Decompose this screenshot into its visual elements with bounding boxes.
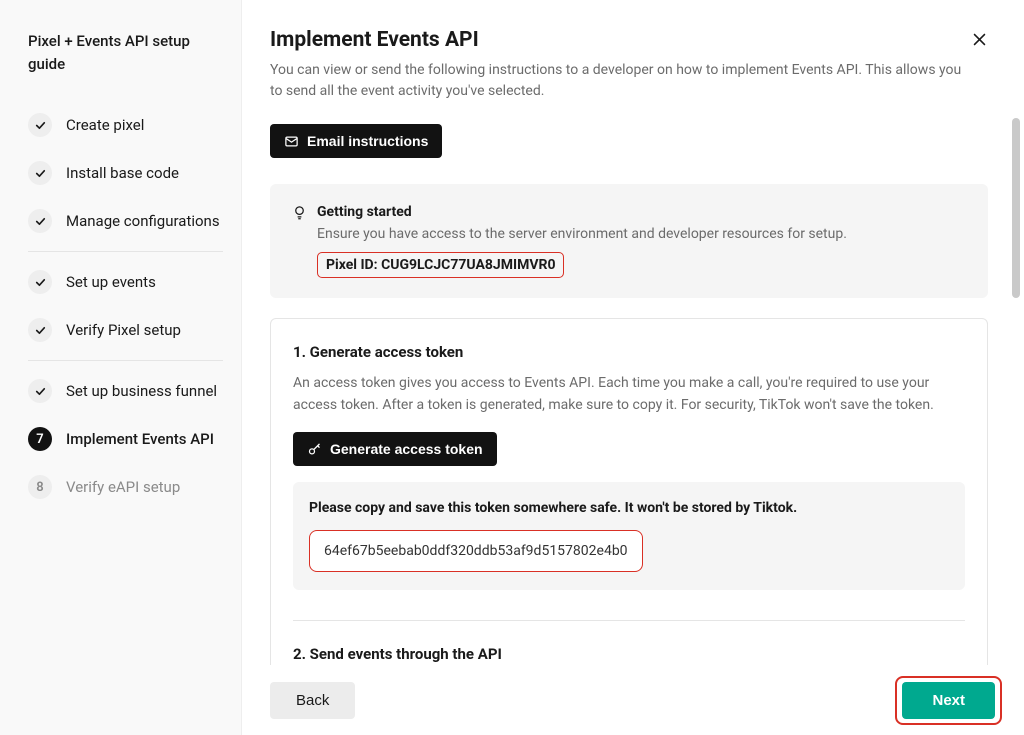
main-scroll[interactable]: Implement Events API You can view or sen… [242,0,1024,665]
app-window: Pixel + Events API setup guide Create pi… [0,0,1024,735]
section2-title: 2. Send events through the API [293,645,965,663]
close-icon [971,31,988,48]
step-number-badge: 8 [28,475,52,499]
step-label: Verify Pixel setup [66,321,181,339]
next-button[interactable]: Next [902,682,995,719]
next-highlight: Next [895,676,1002,725]
sidebar-step-1[interactable]: Create pixel [28,101,223,149]
sidebar-step-7[interactable]: 7 Implement Events API [28,415,223,463]
pixel-id-highlight: Pixel ID: CUG9LCJC77UA8JMIMVR0 [317,252,564,278]
sidebar-step-3[interactable]: Manage configurations [28,197,223,245]
sidebar-step-2[interactable]: Install base code [28,149,223,197]
page-title: Implement Events API [270,28,988,52]
pixel-id-label: Pixel ID: [326,257,381,273]
step-number: 7 [36,432,43,447]
step-label: Create pixel [66,116,144,134]
step-label: Manage configurations [66,212,220,230]
email-button-label: Email instructions [307,133,428,149]
generate-token-label: Generate access token [330,441,483,457]
sidebar-step-6[interactable]: Set up business funnel [28,367,223,415]
check-icon [28,318,52,342]
section1-text: An access token gives you access to Even… [293,373,965,416]
scrollbar-thumb[interactable] [1012,118,1020,298]
pixel-id-value: CUG9LCJC77UA8JMIMVR0 [381,257,555,273]
sidebar-divider [28,360,223,361]
step-label: Set up business funnel [66,382,217,400]
step-number-badge: 7 [28,427,52,451]
section-divider [293,620,965,621]
getting-started-text: Ensure you have access to the server env… [317,226,966,242]
instructions-card: 1. Generate access token An access token… [270,318,988,665]
getting-started-card: Getting started Ensure you have access t… [270,184,988,298]
sidebar-step-4[interactable]: Set up events [28,258,223,306]
sidebar-step-5[interactable]: Verify Pixel setup [28,306,223,354]
section1-title: 1. Generate access token [293,343,965,361]
check-icon [28,113,52,137]
token-card: Please copy and save this token somewher… [293,482,965,590]
page-header: Implement Events API You can view or sen… [270,28,988,102]
check-icon [28,379,52,403]
token-instruction: Please copy and save this token somewher… [309,500,949,516]
check-icon [28,161,52,185]
footer-bar: Back Next [242,665,1024,735]
main-panel: Implement Events API You can view or sen… [242,0,1024,735]
getting-started-title: Getting started [317,204,412,220]
getting-started-heading: Getting started [292,204,966,220]
step-list: Create pixel Install base code Manage conf… [28,101,223,511]
sidebar: Pixel + Events API setup guide Create pi… [0,0,242,735]
check-icon [28,209,52,233]
key-icon [307,442,322,457]
step-number: 8 [36,480,43,495]
generate-token-button[interactable]: Generate access token [293,432,497,466]
check-icon [28,270,52,294]
close-button[interactable] [966,26,992,52]
sidebar-step-8[interactable]: 8 Verify eAPI setup [28,463,223,511]
step-label: Set up events [66,273,156,291]
lightbulb-icon [292,205,307,220]
access-token-value[interactable]: 64ef67b5eebab0ddf320ddb53af9d5157802e4b0 [309,530,643,572]
step-label: Install base code [66,164,179,182]
step-label: Implement Events API [66,430,214,448]
back-button[interactable]: Back [270,682,355,719]
sidebar-divider [28,251,223,252]
sidebar-title: Pixel + Events API setup guide [28,30,223,75]
email-icon [284,134,299,149]
page-description: You can view or send the following instr… [270,60,970,102]
step-label: Verify eAPI setup [66,478,180,496]
email-instructions-button[interactable]: Email instructions [270,124,442,158]
